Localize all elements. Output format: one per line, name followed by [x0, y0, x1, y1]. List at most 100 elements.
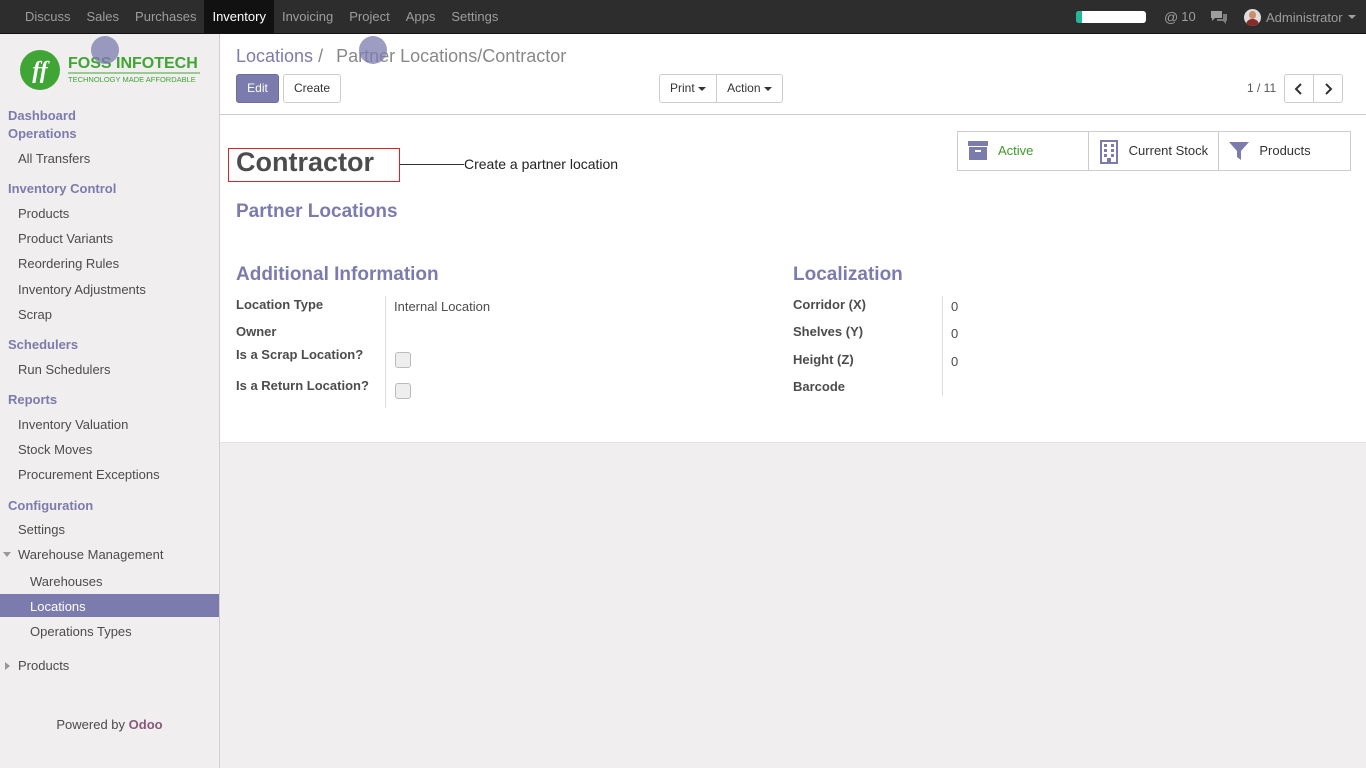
menu-invoicing[interactable]: Invoicing [274, 0, 341, 34]
section-configuration: Configuration [8, 498, 94, 513]
section-inventory-control: Inventory Control [8, 181, 117, 196]
sidebar-item-reordering-rules[interactable]: Reordering Rules [18, 256, 119, 271]
print-dropdown[interactable]: Print [659, 74, 717, 103]
active-label: Active [998, 143, 1034, 158]
sidebar-item-stock-moves[interactable]: Stock Moves [18, 442, 92, 457]
caret-down-icon [3, 552, 11, 557]
logo-text: FOSS INFOTECH [68, 55, 198, 72]
breadcrumb-separator: / [318, 46, 324, 66]
menu-purchases[interactable]: Purchases [127, 0, 204, 34]
chat-icon[interactable] [1210, 10, 1228, 24]
create-button[interactable]: Create [283, 74, 341, 103]
sidebar-item-product-variants[interactable]: Product Variants [18, 231, 113, 246]
action-label: Action [727, 81, 761, 95]
sidebar-item-warehouses[interactable]: Warehouses [30, 574, 103, 589]
chevron-down-icon [1347, 15, 1356, 19]
click-indicator [91, 36, 119, 64]
height-value: 0 [951, 354, 959, 369]
height-label: Height (Z) [793, 352, 854, 367]
breadcrumb: Locations / Partner Locations/Contractor [236, 46, 566, 67]
sidebar-item-inventory-valuation[interactable]: Inventory Valuation [18, 417, 128, 432]
menu-inventory[interactable]: Inventory [204, 0, 274, 34]
location-type-label: Location Type [236, 297, 324, 312]
corridor-value: 0 [951, 299, 959, 314]
pager-previous-button[interactable] [1284, 74, 1314, 103]
form-sheet: Contractor Create a partner location Act… [220, 115, 1366, 443]
products-label: Products [1259, 143, 1311, 158]
annotation-text: Create a partner location [464, 156, 619, 172]
is-scrap-label: Is a Scrap Location? [236, 347, 364, 362]
menu-discuss[interactable]: Discuss [17, 0, 79, 34]
chevron-down-icon [698, 86, 707, 91]
field-separator [385, 296, 386, 408]
building-icon [1099, 140, 1118, 164]
print-label: Print [669, 81, 695, 95]
stat-buttons: Active Current Stock Products [957, 131, 1351, 171]
at-icon: @ [1164, 9, 1179, 25]
location-name[interactable]: Contractor [236, 147, 374, 178]
powered-by: Powered by Odoo [0, 717, 219, 732]
active-toggle-button[interactable]: Active [958, 132, 1089, 170]
sidebar-item-operations-types[interactable]: Operations Types [30, 624, 132, 639]
localization-title: Localization [793, 264, 903, 285]
user-menu[interactable]: Administrator [1244, 0, 1356, 34]
progress-bar[interactable] [1076, 11, 1146, 23]
additional-information-title: Additional Information [236, 264, 439, 285]
powered-by-text: Powered by [56, 717, 126, 732]
control-panel: Locations / Partner Locations/Contractor… [220, 34, 1366, 115]
section-reports: Reports [8, 392, 58, 407]
is-return-label: Is a Return Location? [236, 378, 369, 393]
owner-label: Owner [236, 324, 277, 339]
archive-icon [968, 141, 988, 160]
current-stock-label: Current Stock [1128, 143, 1209, 158]
filter-icon [1229, 142, 1250, 160]
menu-apps[interactable]: Apps [398, 0, 444, 34]
section-dashboard[interactable]: Dashboard [8, 108, 76, 123]
mentions-count: 10 [1181, 9, 1196, 24]
pager-next-button[interactable] [1313, 74, 1343, 103]
location-type-value: Internal Location [394, 299, 491, 314]
avatar [1244, 8, 1261, 26]
edit-button[interactable]: Edit [236, 74, 279, 103]
mentions-button[interactable]: @ 10 [1164, 0, 1196, 34]
field-separator [942, 296, 943, 396]
chevron-left-icon [1294, 83, 1302, 95]
section-operations: Operations [8, 126, 77, 141]
products-button[interactable]: Products [1219, 132, 1350, 170]
app-menu: Discuss Sales Purchases Inventory Invoic… [17, 0, 506, 34]
progress-fill [1076, 11, 1082, 23]
sidebar-item-all-transfers[interactable]: All Transfers [18, 151, 90, 166]
menu-settings[interactable]: Settings [443, 0, 506, 34]
corridor-label: Corridor (X) [793, 297, 866, 312]
menu-project[interactable]: Project [341, 0, 397, 34]
menu-sales[interactable]: Sales [79, 0, 128, 34]
annotation-line [400, 164, 464, 165]
sidebar-item-products-group[interactable]: Products [18, 658, 69, 673]
is-return-checkbox[interactable] [395, 383, 411, 399]
sidebar-item-warehouse-management[interactable]: Warehouse Management [18, 547, 164, 562]
sidebar-item-run-schedulers[interactable]: Run Schedulers [18, 362, 111, 377]
sidebar-item-products[interactable]: Products [18, 206, 69, 221]
current-stock-button[interactable]: Current Stock [1089, 132, 1220, 170]
shelves-value: 0 [951, 326, 959, 341]
sidebar: ff FOSS INFOTECH TECHNOLOGY MADE AFFORDA… [0, 34, 220, 768]
parent-location[interactable]: Partner Locations [236, 201, 398, 223]
action-dropdown[interactable]: Action [716, 74, 783, 103]
section-schedulers: Schedulers [8, 337, 79, 352]
chevron-right-icon [1325, 83, 1333, 95]
odoo-link[interactable]: Odoo [129, 717, 163, 732]
shelves-label: Shelves (Y) [793, 324, 864, 339]
sidebar-item-settings[interactable]: Settings [18, 522, 65, 537]
breadcrumb-locations[interactable]: Locations [236, 46, 313, 66]
sidebar-item-scrap[interactable]: Scrap [18, 307, 52, 322]
pager-value[interactable]: 1 / 11 [1247, 81, 1276, 95]
top-navbar: Discuss Sales Purchases Inventory Invoic… [0, 0, 1366, 34]
sidebar-item-inventory-adjustments[interactable]: Inventory Adjustments [18, 282, 146, 297]
sidebar-item-procurement-exceptions[interactable]: Procurement Exceptions [18, 467, 160, 482]
barcode-label: Barcode [793, 379, 846, 394]
user-name: Administrator [1266, 9, 1343, 25]
svg-text:ff: ff [32, 58, 50, 84]
is-scrap-checkbox[interactable] [395, 352, 411, 368]
sidebar-item-locations[interactable]: Locations [30, 599, 86, 614]
caret-right-icon [5, 662, 10, 670]
